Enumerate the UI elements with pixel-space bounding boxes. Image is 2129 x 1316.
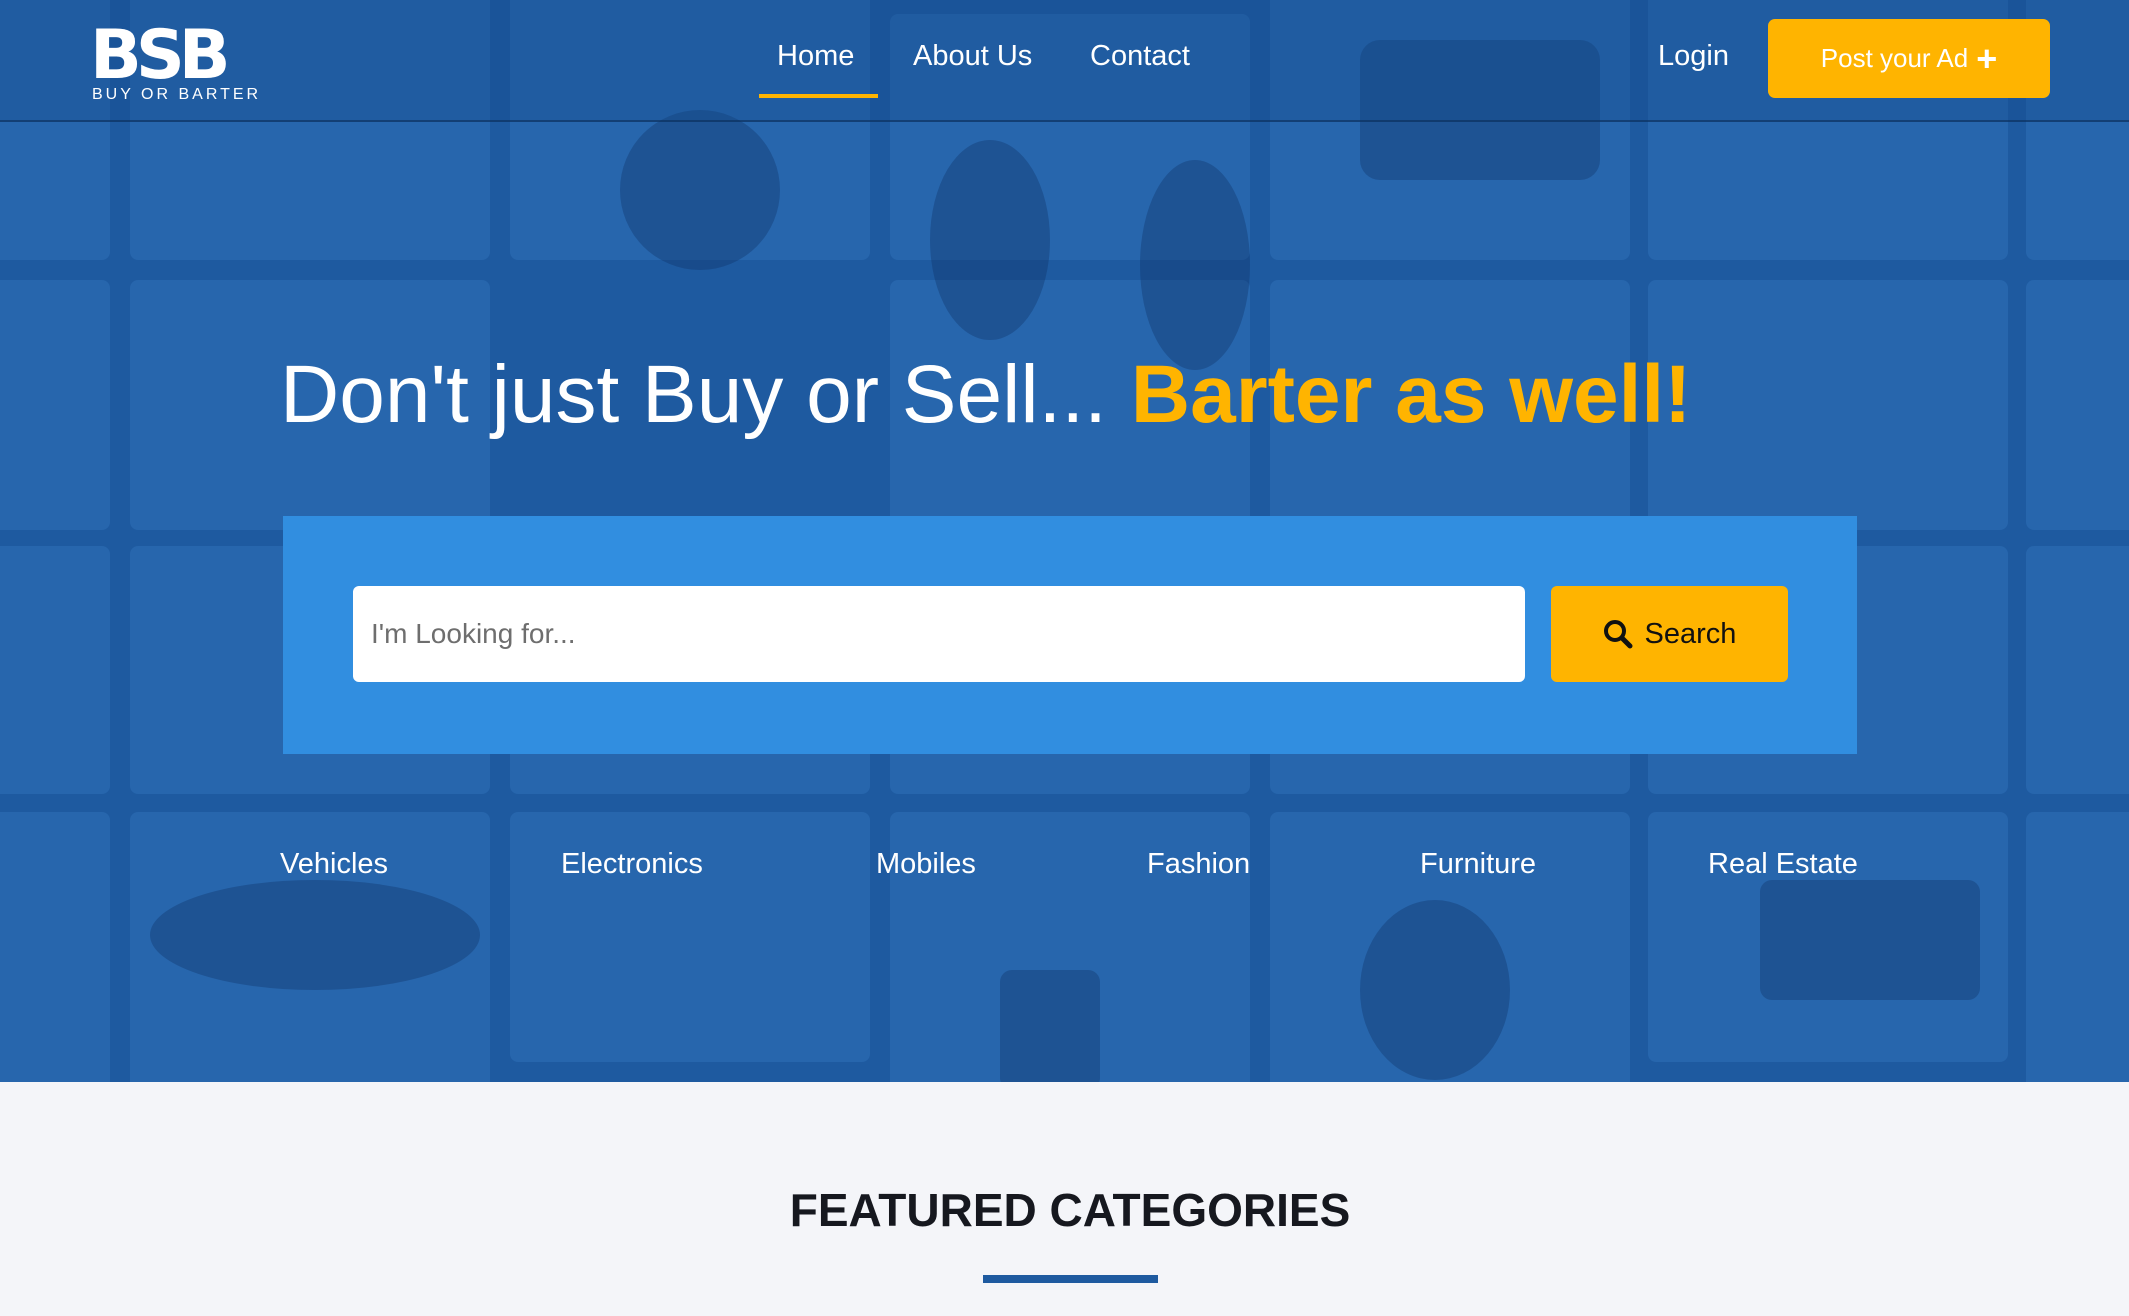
hero-headline: Don't just Buy or Sell... Barter as well!	[280, 348, 1691, 442]
search-button-label: Search	[1644, 617, 1737, 650]
nav-home[interactable]: Home	[777, 40, 854, 73]
plus-icon: +	[1976, 37, 1998, 79]
category-fashion[interactable]: Fashion	[1147, 848, 1250, 881]
bsb-logo-mark-icon: BSB	[90, 16, 233, 95]
search-button[interactable]: Search	[1551, 586, 1788, 682]
post-ad-label: Post your Ad	[1820, 43, 1969, 73]
top-navbar: BSB BUY OR BARTER Home About Us Contact …	[0, 0, 2129, 122]
category-vehicles[interactable]: Vehicles	[280, 848, 388, 881]
login-link[interactable]: Login	[1658, 40, 1729, 73]
logo-subtitle: BUY OR BARTER	[92, 86, 262, 103]
category-mobiles[interactable]: Mobiles	[876, 848, 976, 881]
svg-text:BSB: BSB	[90, 18, 227, 86]
category-real-estate[interactable]: Real Estate	[1708, 848, 1858, 881]
post-ad-button[interactable]: Post your Ad +	[1768, 19, 2050, 98]
heading-underline	[983, 1275, 1158, 1283]
nav-about-us[interactable]: About Us	[913, 40, 1032, 73]
nav-active-indicator	[759, 94, 878, 98]
headline-plain: Don't just Buy or Sell...	[280, 349, 1107, 440]
search-panel: Search	[283, 516, 1857, 754]
headline-accent: Barter as well!	[1130, 349, 1692, 440]
search-input[interactable]	[353, 586, 1525, 682]
category-furniture[interactable]: Furniture	[1420, 848, 1536, 881]
search-icon	[1603, 620, 1633, 649]
category-electronics[interactable]: Electronics	[561, 848, 703, 881]
nav-contact[interactable]: Contact	[1090, 40, 1190, 73]
featured-categories-heading: FEATURED CATEGORIES	[789, 1184, 1351, 1236]
hero-section: BSB BUY OR BARTER Home About Us Contact …	[0, 0, 2129, 1082]
